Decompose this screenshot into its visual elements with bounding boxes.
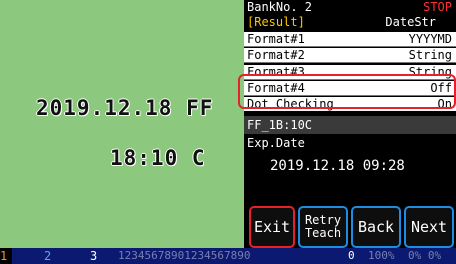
list-item-format3[interactable]: Format#3 String xyxy=(244,65,456,80)
other-percent: 0% 0% xyxy=(408,248,456,264)
list-item-value: String xyxy=(408,48,452,62)
exit-button[interactable]: Exit xyxy=(249,206,295,248)
ok-percent: 100% xyxy=(368,248,408,264)
list-item-format4[interactable]: Format#4 Off xyxy=(244,81,456,96)
status-divider xyxy=(62,248,86,264)
ocr-time-text: 18:10 C xyxy=(110,146,206,170)
history-digits: 12345678901234567890 xyxy=(108,248,348,264)
retry-teach-label: Retry Teach xyxy=(305,214,341,240)
bank-1-indicator[interactable]: 1 xyxy=(0,248,12,264)
bank-2-indicator[interactable]: 2 xyxy=(38,248,62,264)
camera-image: 2019.12.18 FF 18:10 C xyxy=(0,0,244,248)
list-item-label: Dot Checking xyxy=(247,97,334,111)
inspection-code: FF_1B:10C xyxy=(247,118,313,132)
status-badge: STOP xyxy=(423,0,452,14)
list-item-label: Format#2 xyxy=(247,48,305,62)
ng-count: 0 xyxy=(348,248,368,264)
bank-number: BankNo. 2 xyxy=(247,0,313,14)
list-item-dot-checking[interactable]: Dot Checking On xyxy=(244,97,456,111)
retry-label: Retry xyxy=(304,213,342,227)
status-divider xyxy=(12,248,38,264)
list-item-label: Format#4 xyxy=(247,81,305,95)
list-item-label: Format#1 xyxy=(247,32,305,46)
exp-date-label-row: Exp.Date xyxy=(244,136,456,151)
inspection-code-row: FF_1B:10C xyxy=(244,116,456,134)
list-item-value: YYYYMD xyxy=(408,32,452,46)
exp-date-label: Exp.Date xyxy=(247,136,305,150)
ocr-date-text: 2019.12.18 FF xyxy=(36,96,214,120)
bank-3-indicator[interactable]: 3 xyxy=(86,248,108,264)
list-item-format2[interactable]: Format#2 String xyxy=(244,48,456,63)
status-bar: 1 2 3 12345678901234567890 0 100% 0% 0% xyxy=(0,248,456,264)
settings-panel: BankNo. 2 STOP [Result] DateStr Format#1… xyxy=(244,0,456,248)
teach-label: Teach xyxy=(304,226,342,240)
retry-teach-button[interactable]: Retry Teach xyxy=(298,206,348,248)
list-item-value: String xyxy=(408,65,452,79)
list-item-label: Format#3 xyxy=(247,65,305,79)
list-item-format1[interactable]: Format#1 YYYYMD xyxy=(244,32,456,47)
result-mode: DateStr xyxy=(385,15,436,29)
list-item-value: On xyxy=(437,97,452,111)
back-button[interactable]: Back xyxy=(351,206,401,248)
result-label: [Result] xyxy=(247,15,305,29)
bank-header: BankNo. 2 STOP xyxy=(244,0,456,15)
next-button[interactable]: Next xyxy=(404,206,454,248)
result-header: [Result] DateStr xyxy=(244,15,456,30)
list-item-value: Off xyxy=(430,81,452,95)
exp-date-value: 2019.12.18 09:28 xyxy=(270,158,405,174)
